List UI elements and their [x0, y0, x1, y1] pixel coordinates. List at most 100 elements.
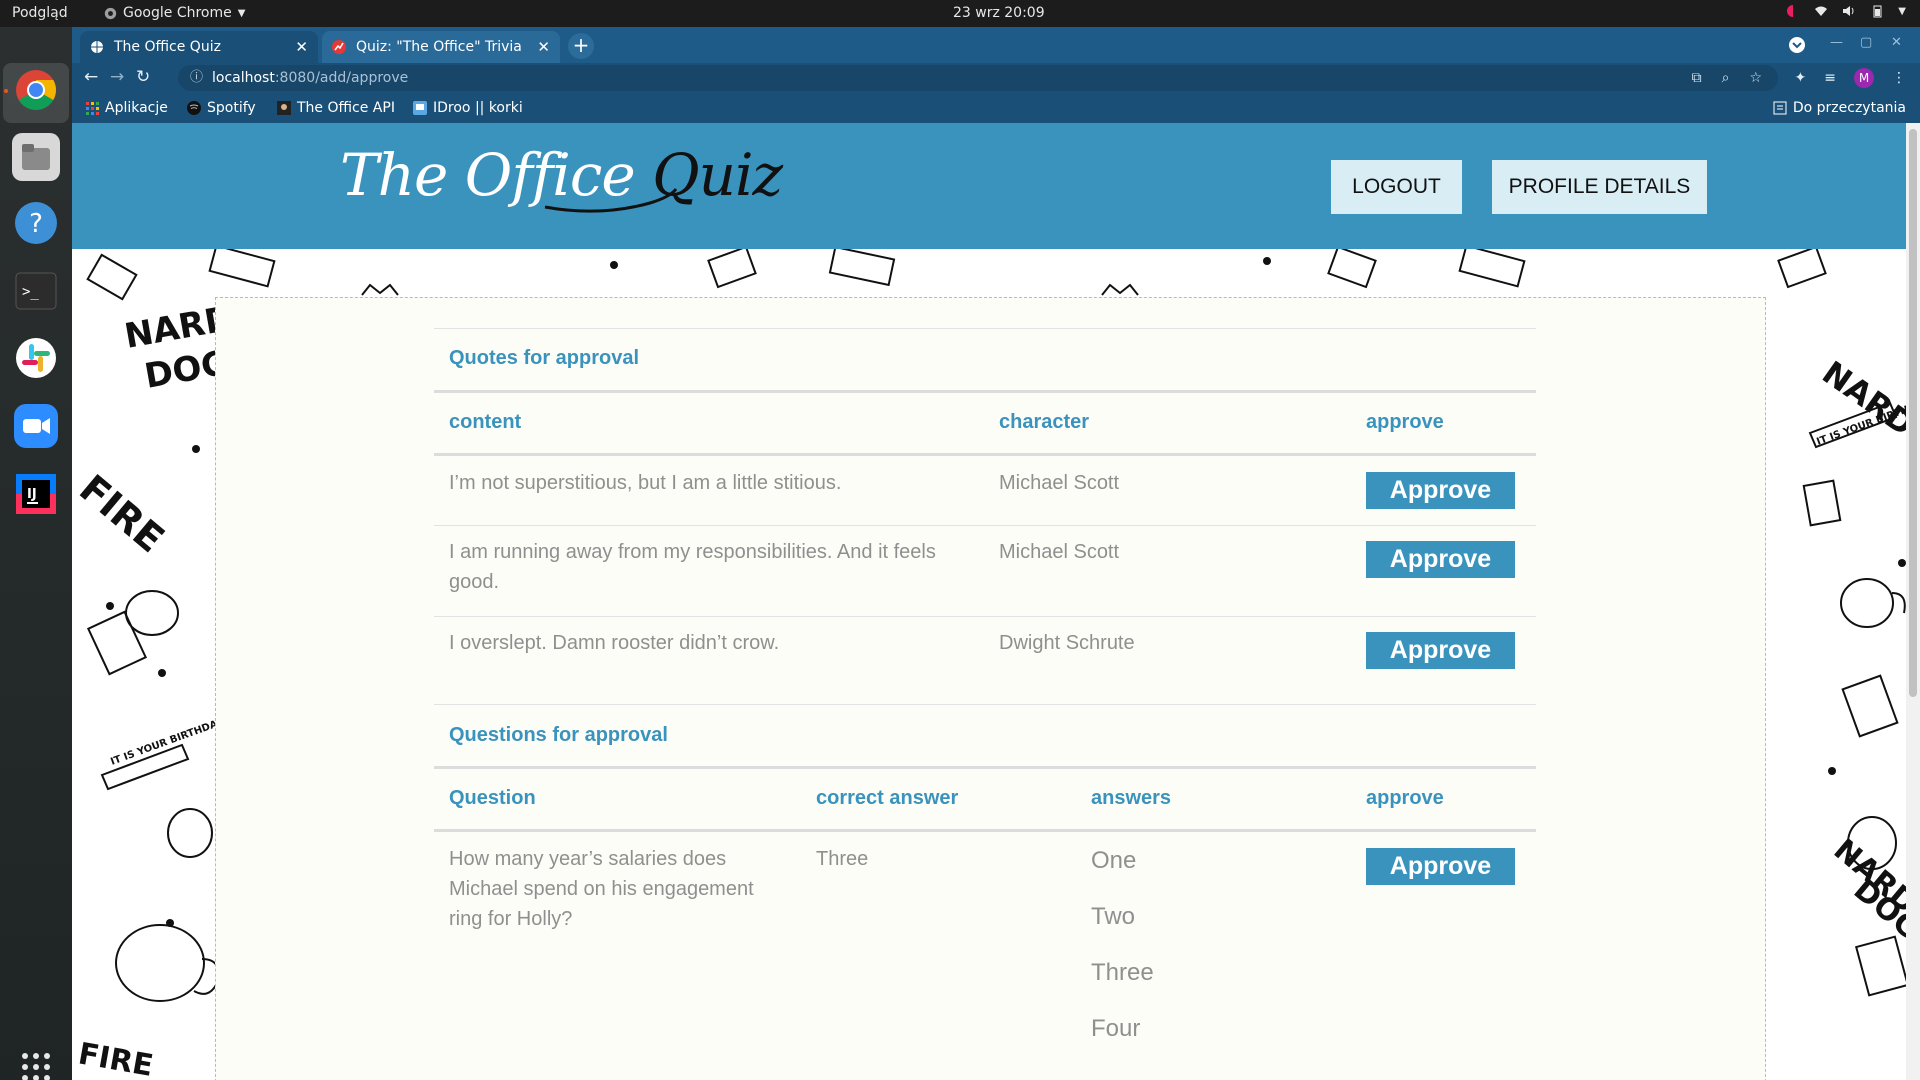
quotes-header-approve: approve [1366, 411, 1444, 433]
bookmarks-bar: Aplikacje Spotify The Office API IDroo |… [72, 93, 1920, 123]
profile-details-button[interactable]: PROFILE DETAILS [1492, 160, 1707, 214]
tab-the-office-quiz[interactable]: The Office Quiz ✕ [80, 31, 318, 63]
minimize-icon[interactable]: — [1830, 35, 1843, 50]
back-arrow-icon[interactable]: ← [84, 67, 98, 87]
chrome-window: The Office Quiz ✕ Quiz: "The Office" Tri… [72, 27, 1920, 1080]
scrollbar-thumb[interactable] [1909, 129, 1917, 697]
divider [434, 829, 1536, 832]
divider [434, 525, 1536, 526]
divider [434, 704, 1536, 705]
reading-list-label: Do przeczytania [1792, 100, 1906, 116]
svg-text:?: ? [29, 209, 43, 239]
translate-icon[interactable]: ⧉ [1692, 65, 1702, 91]
dock-files-icon[interactable] [12, 133, 60, 181]
running-indicator [4, 89, 8, 93]
dock-terminal-icon[interactable]: >_ [12, 267, 60, 315]
quiz-site-icon [332, 40, 346, 54]
dock-zoom-icon[interactable] [12, 402, 60, 450]
bookmark-label: Aplikacje [105, 100, 168, 116]
media-queue-icon[interactable]: ≡ [1824, 70, 1836, 86]
page-scrollbar[interactable] [1906, 123, 1920, 1080]
intellij-icon: IJ [16, 474, 56, 514]
extensions-icon[interactable]: ✦ [1795, 70, 1807, 86]
new-tab-button[interactable]: + [568, 33, 594, 59]
spotify-icon [187, 101, 201, 115]
slack-icon [16, 338, 56, 378]
divider [434, 453, 1536, 456]
apps-grid-icon [22, 1053, 50, 1080]
quote-character: Dwight Schrute [999, 632, 1135, 654]
quotes-header-content: content [449, 411, 522, 433]
clock[interactable]: 23 wrz 20:09 [953, 5, 1045, 21]
bookmark-apps[interactable]: Aplikacje [86, 100, 168, 116]
dock-slack-icon[interactable] [12, 334, 60, 382]
tab-quiz-trivia[interactable]: Quiz: "The Office" Trivia C ✕ [322, 31, 560, 63]
quote-content: I’m not superstitious, but I am a little… [449, 472, 842, 494]
dock-chrome-icon[interactable] [12, 66, 60, 114]
divider [434, 328, 1536, 329]
tab-strip: The Office Quiz ✕ Quiz: "The Office" Tri… [72, 27, 1920, 63]
url-path: :8080/add/approve [274, 70, 409, 86]
bookmark-label: Spotify [207, 100, 256, 116]
divider [434, 766, 1536, 769]
maximize-icon[interactable]: ▢ [1860, 35, 1872, 50]
svg-text:IJ: IJ [27, 487, 37, 502]
zoom-icon[interactable]: ⌕ [1722, 65, 1730, 91]
question-text: How many year’s salaries does Michael sp… [449, 848, 754, 930]
question-correct-answer: Three [816, 848, 869, 870]
answer-option: Four [1091, 1015, 1141, 1042]
tab-search-icon[interactable] [1788, 36, 1806, 54]
bookmark-the-office-api[interactable]: The Office API [277, 100, 395, 116]
menu-kebab-icon[interactable]: ⋮ [1892, 70, 1906, 86]
close-window-icon[interactable]: ✕ [1891, 35, 1902, 50]
divider [434, 616, 1536, 617]
app-menu-label: Google Chrome [123, 5, 232, 21]
address-bar[interactable]: ⓘ localhost:8080/add/approve ⧉ ⌕ ☆ [178, 65, 1778, 91]
forward-arrow-icon[interactable]: → [110, 67, 124, 87]
chrome-small-icon [104, 7, 117, 19]
approve-quote-button[interactable]: Approve [1366, 541, 1515, 578]
bookmark-idroo[interactable]: IDroo || korki [413, 100, 523, 116]
approve-quote-button[interactable]: Approve [1366, 632, 1515, 669]
reading-list[interactable]: Do przeczytania [1773, 100, 1906, 116]
profile-avatar[interactable]: M [1854, 68, 1874, 88]
activities-button[interactable]: Podgląd [12, 5, 68, 21]
dock-show-apps-icon[interactable] [12, 1043, 60, 1080]
system-tray[interactable]: ▼ [1786, 4, 1906, 18]
tab-title: Quiz: "The Office" Trivia C [356, 39, 526, 55]
quotes-header-character: character [999, 411, 1090, 433]
questions-header-question: Question [449, 787, 536, 809]
questions-section-title: Questions for approval [449, 724, 668, 746]
app-indicator-icon [1787, 5, 1800, 17]
answer-option: Two [1091, 903, 1136, 930]
bookmark-spotify[interactable]: Spotify [187, 100, 256, 116]
folder-icon [22, 144, 50, 170]
url-host: localhost [212, 70, 275, 86]
site-info-icon[interactable]: ⓘ [190, 65, 203, 91]
close-tab-icon[interactable]: ✕ [295, 38, 308, 56]
wifi-icon [1815, 6, 1828, 16]
the-office-api-icon [277, 101, 291, 115]
approval-panel: Quotes for approval content character ap… [215, 297, 1766, 1080]
close-tab-icon[interactable]: ✕ [537, 38, 550, 56]
logout-button[interactable]: LOGOUT [1331, 160, 1462, 214]
reload-icon[interactable]: ↻ [136, 67, 150, 87]
app-menu[interactable]: Google Chrome ▼ [104, 5, 245, 21]
quote-character: Michael Scott [999, 541, 1120, 563]
idroo-icon [413, 101, 427, 115]
dock-help-icon[interactable]: ? [12, 199, 60, 247]
os-top-bar: Podgląd Google Chrome ▼ 23 wrz 20:09 ▼ [0, 0, 1920, 27]
quote-character: Michael Scott [999, 472, 1120, 494]
bookmark-label: IDroo || korki [433, 100, 523, 116]
terminal-icon: >_ [15, 272, 57, 310]
dock-intellij-icon[interactable]: IJ [12, 470, 60, 518]
volume-icon [1843, 6, 1854, 16]
zoom-icon [14, 404, 58, 448]
help-icon: ? [15, 202, 57, 244]
approve-question-button[interactable]: Approve [1366, 848, 1515, 885]
answer-option: One [1091, 847, 1137, 874]
bookmark-star-icon[interactable]: ☆ [1749, 65, 1762, 91]
questions-header-answers: answers [1091, 787, 1172, 809]
chevron-down-icon: ▼ [237, 7, 246, 19]
approve-quote-button[interactable]: Approve [1366, 472, 1515, 509]
